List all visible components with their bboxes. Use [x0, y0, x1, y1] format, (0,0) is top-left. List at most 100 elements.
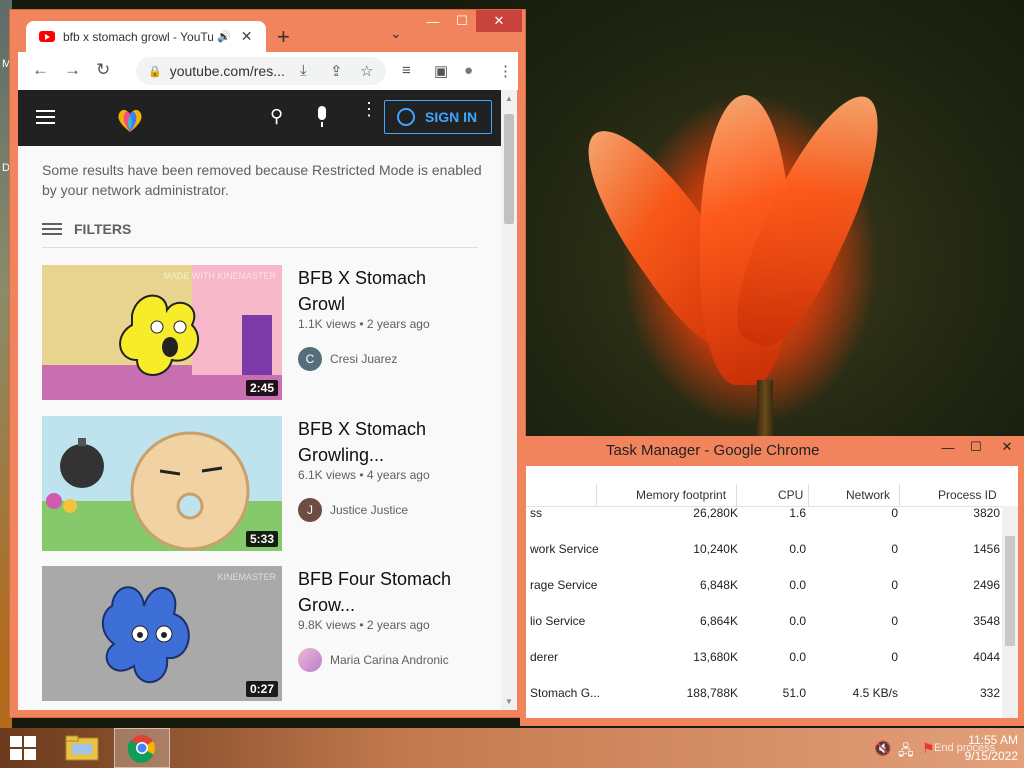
task-pid: 4044: [973, 650, 1000, 664]
meta-separator: •: [359, 618, 364, 632]
tab-title: bfb x stomach growl - YouTube: [63, 29, 213, 44]
video-result[interactable]: KINEMASTER 0:27 BFB Four Stomach Grow...…: [42, 566, 492, 701]
task-network: 0: [891, 578, 898, 592]
scrollbar-thumb[interactable]: [504, 114, 514, 224]
task-cpu: 0.0: [789, 650, 806, 664]
task-row[interactable]: lio Service 6,864K 0.0 0 3548: [526, 614, 1002, 634]
task-name: derer: [530, 650, 559, 664]
account-icon: [397, 108, 415, 126]
sign-in-label: SIGN IN: [425, 109, 478, 125]
task-cpu: 0.0: [789, 542, 806, 556]
new-tab-button[interactable]: +: [277, 24, 290, 50]
maximize-button[interactable]: ☐: [448, 10, 476, 32]
scroll-up-arrow-icon[interactable]: ▲: [505, 94, 513, 103]
task-network: 0: [891, 650, 898, 664]
network-icon[interactable]: 🖧: [898, 740, 914, 764]
minimize-button[interactable]: —: [418, 10, 448, 32]
flag-icon[interactable]: ⚑: [922, 740, 935, 757]
column-header-memory[interactable]: Memory footprint: [636, 488, 726, 502]
youtube-page: ⚲ ⋮ SIGN IN Some results have been remov…: [18, 90, 517, 710]
hamburger-menu-icon[interactable]: [36, 110, 55, 128]
video-thumbnail[interactable]: KINEMASTER 0:27: [42, 566, 282, 701]
more-options-icon[interactable]: ⋮: [360, 100, 378, 118]
tab-search-button[interactable]: ⌄: [390, 25, 402, 42]
task-manager-window: Task Manager - Google Chrome — ☐ ✕ Memor…: [520, 436, 1024, 726]
channel-link[interactable]: J Justice Justice: [298, 498, 408, 522]
task-row[interactable]: derer 13,680K 0.0 0 4044: [526, 650, 1002, 670]
channel-name[interactable]: Justice Justice: [330, 503, 408, 517]
close-button[interactable]: ✕: [476, 10, 522, 32]
search-icon[interactable]: ⚲: [270, 106, 283, 127]
task-table: Memory footprint CPU Network Process ID …: [526, 466, 1018, 718]
back-button[interactable]: ←: [32, 60, 49, 80]
task-row[interactable]: Stomach G... 188,788K 51.0 4.5 KB/s 332: [526, 686, 1002, 706]
task-memory: 13,680K: [693, 650, 738, 664]
side-panel-icon[interactable]: ▣: [434, 62, 448, 80]
filters-button[interactable]: FILTERS: [42, 220, 131, 238]
video-result[interactable]: 5:33 BFB X Stomach Growling... 6.1K view…: [42, 416, 492, 551]
youtube-header: ⚲ ⋮ SIGN IN: [18, 90, 501, 146]
youtube-logo-icon[interactable]: [114, 104, 146, 134]
task-pid: 3548: [973, 614, 1000, 628]
channel-avatar[interactable]: C: [298, 347, 322, 371]
start-button-windows-icon[interactable]: [10, 736, 37, 760]
channel-avatar[interactable]: [298, 648, 322, 672]
browser-tab[interactable]: bfb x stomach growl - YouTube 🔊 ✕: [26, 21, 266, 52]
file-explorer-taskbar-button[interactable]: [54, 728, 110, 768]
lock-icon[interactable]: 🔒: [148, 65, 162, 78]
clock-date: 9/15/2022: [964, 749, 1018, 763]
profile-icon[interactable]: ●: [464, 62, 473, 79]
channel-name[interactable]: Cresi Juarez: [330, 352, 397, 366]
task-row[interactable]: ss 26,280K 1.6 0 3820: [526, 506, 1002, 526]
install-icon[interactable]: ⤓: [300, 62, 307, 79]
video-title[interactable]: BFB Four Stomach Grow...: [298, 566, 478, 618]
column-header-network[interactable]: Network: [846, 488, 890, 502]
speaker-icon[interactable]: 🔊: [217, 30, 231, 43]
channel-avatar[interactable]: J: [298, 498, 322, 522]
upload-age: 4 years ago: [366, 468, 430, 482]
chrome-menu-icon[interactable]: ⋮: [498, 62, 513, 80]
url-text[interactable]: youtube.com/res...: [170, 63, 285, 79]
video-title[interactable]: BFB X Stomach Growling...: [298, 416, 478, 468]
task-row[interactable]: work Service 10,240K 0.0 0 1456: [526, 542, 1002, 562]
forward-button[interactable]: →: [64, 60, 81, 80]
task-row[interactable]: rage Service 6,848K 0.0 0 2496: [526, 578, 1002, 598]
volume-muted-icon[interactable]: 🔇: [874, 740, 891, 757]
tm-minimize-button[interactable]: —: [934, 436, 962, 458]
tm-close-button[interactable]: ✕: [990, 436, 1024, 458]
media-control-icon[interactable]: ≡: [402, 62, 411, 79]
column-header-cpu[interactable]: CPU: [778, 488, 803, 502]
task-table-scrollbar[interactable]: [1002, 506, 1018, 718]
share-icon[interactable]: ⇪: [330, 62, 343, 80]
column-header-process-id[interactable]: Process ID: [938, 488, 997, 502]
meta-separator: •: [359, 468, 364, 482]
channel-link[interactable]: C Cresi Juarez: [298, 347, 397, 371]
task-name: rage Service: [530, 578, 598, 592]
tm-maximize-button[interactable]: ☐: [962, 436, 990, 458]
task-manager-title: Task Manager - Google Chrome: [606, 442, 820, 459]
video-title[interactable]: BFB X Stomach Growl: [298, 265, 478, 317]
video-thumbnail[interactable]: 5:33: [42, 416, 282, 551]
view-count: 9.8K views: [298, 618, 357, 632]
system-clock[interactable]: 11:55 AM 9/15/2022: [938, 732, 1018, 764]
channel-name[interactable]: Maria Carina Andronic: [330, 653, 449, 667]
bookmark-star-icon[interactable]: ☆: [360, 62, 373, 80]
address-bar[interactable]: 🔒 youtube.com/res...: [136, 57, 386, 85]
scrollbar-thumb[interactable]: [1005, 536, 1015, 646]
upload-age: 2 years ago: [366, 618, 430, 632]
chrome-taskbar-button[interactable]: [114, 728, 170, 768]
tab-close-icon[interactable]: ✕: [241, 28, 253, 45]
video-thumbnail[interactable]: MADE WITH KINEMASTER 2:45: [42, 265, 282, 400]
scroll-down-arrow-icon[interactable]: ▼: [505, 697, 513, 706]
desktop-icon-label[interactable]: D: [2, 162, 10, 174]
channel-link[interactable]: Maria Carina Andronic: [298, 648, 449, 672]
task-name: lio Service: [530, 614, 586, 628]
sign-in-button[interactable]: SIGN IN: [384, 100, 492, 134]
flower-stem: [757, 380, 773, 440]
task-memory: 26,280K: [693, 506, 738, 520]
video-result[interactable]: MADE WITH KINEMASTER 2:45 BFB X Stomach …: [42, 265, 492, 400]
microphone-icon[interactable]: [318, 106, 326, 127]
page-scrollbar[interactable]: ▲ ▼: [501, 90, 517, 710]
task-pid: 3820: [973, 506, 1000, 520]
reload-button[interactable]: ↻: [96, 60, 110, 80]
